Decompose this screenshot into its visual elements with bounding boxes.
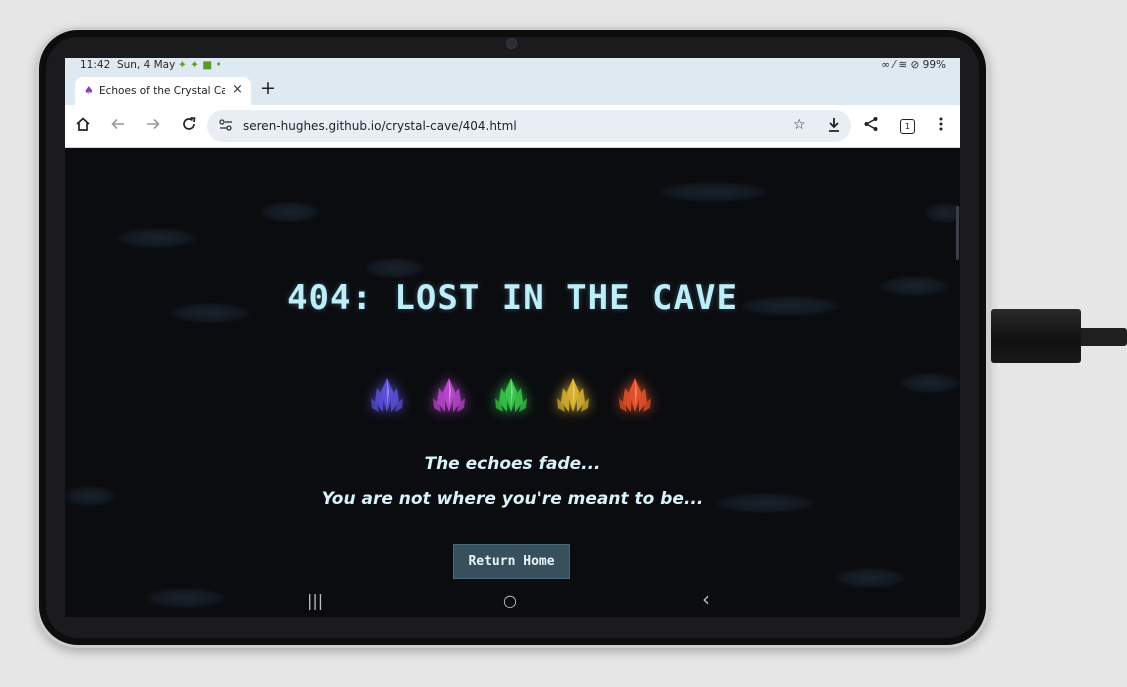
nav-home-icon[interactable]: ○ <box>503 591 517 610</box>
cave-rock-decoration <box>365 258 425 278</box>
cave-rock-decoration <box>835 568 905 588</box>
crystal-icon <box>495 378 527 412</box>
nav-back-icon[interactable]: ‹ <box>702 587 710 611</box>
status-bar: 11:42 Sun, 4 May ✦ ✦ ■ • ∞ ⁄ ≋ ⊘ 99% <box>65 58 960 74</box>
back-arrow-icon[interactable] <box>110 116 126 136</box>
reload-icon[interactable] <box>181 116 197 136</box>
cave-rock-decoration <box>658 182 768 202</box>
tab-close-icon[interactable]: × <box>232 82 243 97</box>
download-icon[interactable] <box>827 117 841 137</box>
forward-arrow-icon[interactable] <box>145 116 161 136</box>
status-date: Sun, 4 May <box>116 59 176 71</box>
status-time-date: 11:42 Sun, 4 May <box>80 59 175 71</box>
usb-plug <box>991 309 1081 363</box>
notification-icons: ✦ ✦ ■ • <box>178 59 222 71</box>
usb-cable <box>1078 328 1127 346</box>
cave-rock-decoration <box>925 203 960 223</box>
browser-tab-active[interactable]: ♠ Echoes of the Crystal Cave | × <box>75 77 251 105</box>
front-camera <box>506 38 517 49</box>
return-home-button[interactable]: Return Home <box>453 544 570 579</box>
status-system-icons: ∞ ⁄ ≋ ⊘ 99% <box>881 59 946 71</box>
page-scrollbar[interactable] <box>956 206 959 260</box>
message-line-1: The echoes fade... <box>424 454 601 474</box>
tab-title: Echoes of the Crystal Cave | <box>99 85 225 97</box>
cave-rock-decoration <box>117 228 197 248</box>
share-icon[interactable] <box>863 116 879 136</box>
bookmark-star-icon[interactable]: ☆ <box>793 117 806 133</box>
crystal-icon <box>371 378 403 412</box>
overflow-menu-icon[interactable] <box>938 116 944 136</box>
crystal-icon <box>619 378 651 412</box>
error-title: 404: LOST IN THE CAVE <box>287 278 738 318</box>
cave-rock-decoration <box>260 202 320 222</box>
home-icon[interactable] <box>75 116 91 136</box>
tablet-screen: 11:42 Sun, 4 May ✦ ✦ ■ • ∞ ⁄ ≋ ⊘ 99% ♠ E… <box>65 58 960 617</box>
recents-icon[interactable]: ||| <box>307 591 323 610</box>
crystal-favicon-icon: ♠ <box>84 84 94 97</box>
site-settings-icon[interactable] <box>218 117 234 136</box>
new-tab-button[interactable]: + <box>260 77 276 99</box>
tab-switcher-button[interactable]: 1 <box>900 119 915 134</box>
cave-rock-decoration <box>900 373 960 393</box>
system-nav-bar: ||| ○ ‹ <box>65 586 960 617</box>
crystal-row <box>365 376 665 426</box>
crystal-icon <box>557 378 589 412</box>
crystal-icon <box>433 378 465 412</box>
page-content: 404: LOST IN THE CAVE The echoes fade...… <box>65 148 960 617</box>
address-bar[interactable]: seren-hughes.github.io/crystal-cave/404.… <box>207 110 851 142</box>
url-text[interactable]: seren-hughes.github.io/crystal-cave/404.… <box>243 119 517 133</box>
browser-toolbar: seren-hughes.github.io/crystal-cave/404.… <box>65 105 960 148</box>
status-time: 11:42 <box>80 59 111 71</box>
message-line-2: You are not where you're meant to be... <box>321 489 704 509</box>
tab-strip: ♠ Echoes of the Crystal Cave | × + <box>65 74 960 105</box>
